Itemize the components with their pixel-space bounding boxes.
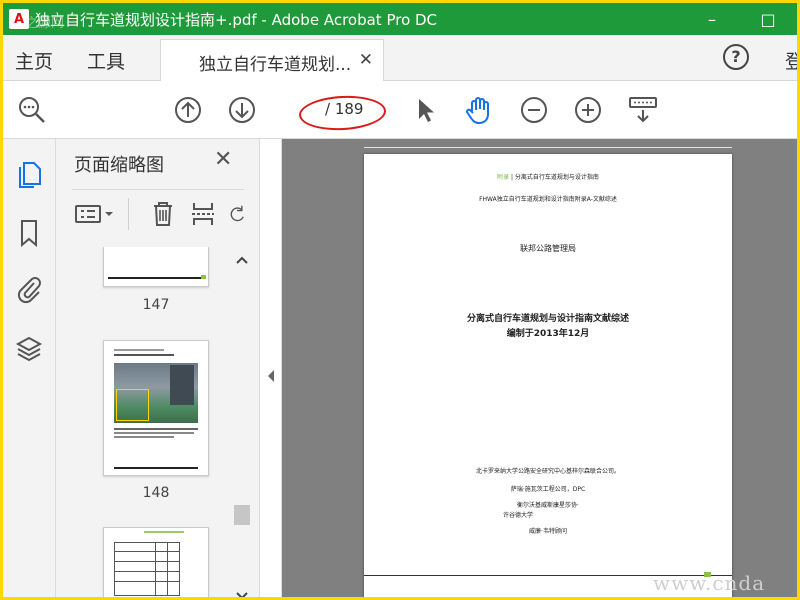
zoom-search-icon[interactable] <box>15 93 49 127</box>
panel-title: 页面缩略图 <box>74 155 164 176</box>
left-rail <box>3 139 56 597</box>
document-date-line: 编制于2013年12月 <box>506 329 590 339</box>
document-view[interactable]: 附录 | 分离式自行车道规划与设计指南 FHWA独立自行车道规划和设计指南附录A… <box>282 139 797 597</box>
agency-name: 联邦公路管理局 <box>520 244 576 253</box>
window-title: 独立自行车道规划设计指南+.pdf - Adobe Acrobat Pro DC <box>35 10 438 29</box>
page-header: 附录 | 分离式自行车道规划与设计指南 <box>497 174 599 181</box>
thumbnail-page[interactable] <box>103 340 209 476</box>
scrollbar-thumb[interactable] <box>234 505 250 525</box>
tab-home[interactable]: 主页 <box>15 47 53 74</box>
thumbnail-label: 148 <box>142 485 170 501</box>
scroll-up-icon[interactable] <box>236 255 248 265</box>
credit-line: 威廉·韦特顾问 <box>529 528 567 535</box>
watermark-top-left: 之源网 <box>25 16 65 31</box>
zoom-in-icon[interactable] <box>571 93 605 127</box>
thumbnail-list[interactable]: 147 148 <box>56 247 260 597</box>
extract-pages-icon[interactable] <box>188 200 218 228</box>
tab-document[interactable]: 独立自行车道规划... ✕ <box>160 39 384 82</box>
watermark: www.cnda <box>653 571 766 595</box>
page-header-text: | 分离式自行车道规划与设计指南 <box>509 174 599 181</box>
attachment-icon[interactable] <box>13 273 45 305</box>
minimize-button[interactable]: – <box>689 3 735 35</box>
panel-collapse-strip[interactable] <box>260 139 282 597</box>
main-toolbar: / 189 <box>3 81 797 139</box>
select-pointer-icon[interactable] <box>408 93 442 127</box>
thumbnail-page[interactable] <box>103 247 209 287</box>
zoom-out-icon[interactable] <box>517 93 551 127</box>
thumbnail-scrollbar[interactable] <box>232 247 252 600</box>
prev-page-icon[interactable] <box>171 93 205 127</box>
maximize-button[interactable]: □ <box>745 3 791 35</box>
next-page-icon[interactable] <box>225 93 259 127</box>
credit-line: 萨瑞·施瓦茨工程公司，DPC <box>510 486 586 493</box>
scroll-down-icon[interactable] <box>236 591 248 600</box>
page-thumbnails-icon[interactable] <box>13 159 45 191</box>
options-menu-button[interactable] <box>72 200 118 228</box>
hand-tool-icon[interactable] <box>462 93 496 127</box>
rotate-page-icon[interactable] <box>228 200 246 228</box>
credit-line: 许谷德大学 <box>502 512 533 519</box>
page-thumbnails-panel: 页面缩略图 ✕ 147 148 <box>56 139 260 600</box>
thumbnail-tools <box>72 189 244 239</box>
thumbnail-page[interactable] <box>103 527 209 597</box>
document-tab-label: 独立自行车道规划... <box>199 55 352 75</box>
tab-bar: 主页 工具 独立自行车道规划... ✕ ? 登 <box>3 35 797 82</box>
document-page: 附录 | 分离式自行车道规划与设计指南 FHWA独立自行车道规划和设计指南附录A… <box>364 154 732 597</box>
bookmark-icon[interactable] <box>13 217 45 249</box>
credit-line: 衡尔沃基威斯康星莎协· <box>517 502 579 509</box>
close-tab-icon[interactable]: ✕ <box>359 50 373 70</box>
sign-in-link[interactable]: 登 <box>785 47 797 74</box>
title-bar: A 独立自行车道规划设计指南+.pdf - Adobe Acrobat Pro … <box>3 3 797 35</box>
keyboard-icon[interactable] <box>626 93 660 127</box>
acrobat-window: A 独立自行车道规划设计指南+.pdf - Adobe Acrobat Pro … <box>0 0 800 600</box>
delete-page-icon[interactable] <box>148 200 178 228</box>
layers-icon[interactable] <box>13 333 45 365</box>
close-panel-icon[interactable]: ✕ <box>214 147 232 172</box>
credit-line: 北卡罗来纳大学公路安全研究中心基梓尔森联合公司。 <box>475 468 620 475</box>
toolbar-divider <box>128 198 129 230</box>
collapse-left-icon[interactable] <box>266 369 276 386</box>
tab-tools[interactable]: 工具 <box>87 47 125 74</box>
help-icon[interactable]: ? <box>723 44 749 70</box>
thumbnail-label: 147 <box>142 297 170 313</box>
previous-page-edge <box>364 147 732 148</box>
document-main-title: 分离式自行车道规划与设计指南文献综述 <box>466 314 629 324</box>
page-subheader: FHWA独立自行车道规划和设计指南附录A-文献综述 <box>479 196 617 203</box>
